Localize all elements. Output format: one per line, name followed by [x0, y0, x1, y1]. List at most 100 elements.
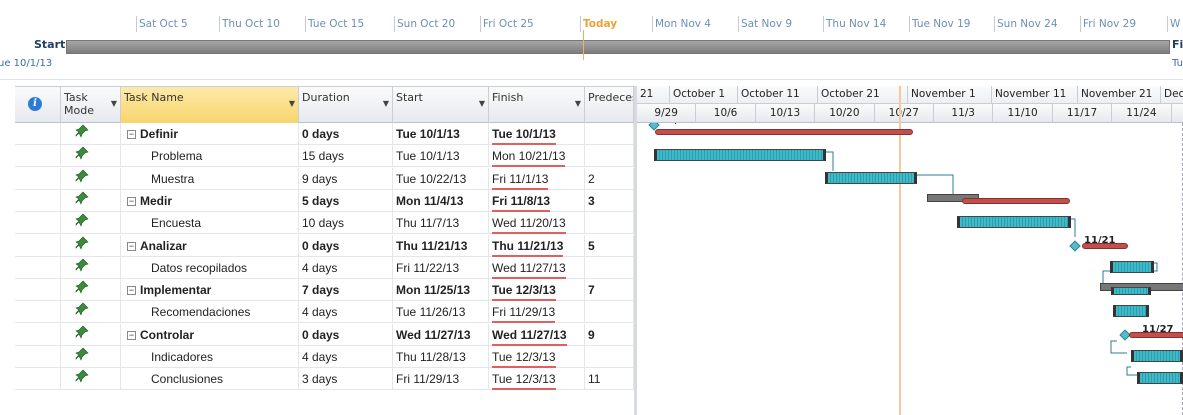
finish-cell[interactable]: Tue 12/3/13 — [489, 368, 585, 391]
chevron-down-icon[interactable]: ▼ — [479, 97, 485, 110]
gantt-bars-area[interactable]: 10/111/2111/27 — [637, 123, 1183, 415]
finish-cell[interactable]: Fri 11/29/13 — [489, 301, 585, 324]
predecessors-header[interactable]: Predecess — [585, 87, 634, 123]
indicator-cell[interactable] — [15, 368, 61, 391]
task-name-cell[interactable]: Datos recopilados — [121, 256, 299, 279]
chevron-down-icon[interactable]: ▼ — [383, 97, 389, 110]
task-bar[interactable] — [1111, 287, 1151, 296]
summary-task-row[interactable]: − Definir 0 days Tue 10/1/13 Tue 10/1/13 — [15, 123, 634, 145]
task-mode-cell[interactable] — [61, 167, 121, 190]
finish-cell[interactable]: Wed 11/20/13 — [489, 212, 585, 235]
predecessors-cell[interactable] — [585, 301, 634, 324]
predecessors-cell[interactable]: 7 — [585, 279, 634, 302]
task-mode-cell[interactable] — [61, 145, 121, 168]
summary-task-row[interactable]: − Implementar 7 days Mon 11/25/13 Tue 12/3/1… — [15, 279, 634, 302]
indicator-cell[interactable] — [15, 167, 61, 190]
task-name-cell[interactable]: Recomendaciones — [121, 301, 299, 324]
indicator-cell[interactable] — [15, 212, 61, 235]
finish-cell[interactable]: Tue 12/3/13 — [489, 279, 585, 302]
indicator-cell[interactable] — [15, 123, 61, 145]
start-cell[interactable]: Tue 10/1/13 — [393, 123, 489, 145]
collapse-icon[interactable]: − — [127, 330, 136, 340]
duration-cell[interactable]: 4 days — [299, 256, 393, 279]
start-cell[interactable]: Tue 10/22/13 — [393, 167, 489, 190]
collapse-icon[interactable]: − — [127, 241, 136, 251]
task-name-header[interactable]: Task Name ▼ — [121, 87, 299, 123]
predecessors-cell[interactable]: 5 — [585, 234, 634, 257]
task-name-cell[interactable]: − Definir — [121, 123, 299, 145]
predecessors-cell[interactable] — [585, 145, 634, 168]
predecessors-cell[interactable] — [585, 123, 634, 145]
predecessors-cell[interactable]: 2 — [585, 167, 634, 190]
chevron-down-icon[interactable]: ▼ — [575, 97, 581, 110]
duration-cell[interactable]: 3 days — [299, 368, 393, 391]
finish-cell[interactable]: Mon 10/21/13 — [489, 145, 585, 168]
task-mode-cell[interactable] — [61, 279, 121, 302]
summary-task-row[interactable]: − Medir 5 days Mon 11/4/13 Fri 11/8/13 3 — [15, 189, 634, 212]
finish-cell[interactable]: Wed 11/27/13 — [489, 323, 585, 346]
task-name-cell[interactable]: Encuesta — [121, 212, 299, 235]
task-name-cell[interactable]: − Medir — [121, 189, 299, 212]
finish-cell[interactable]: Tue 12/3/13 — [489, 346, 585, 368]
task-mode-cell[interactable] — [61, 212, 121, 235]
start-cell[interactable]: Fri 11/22/13 — [393, 256, 489, 279]
summary-bar[interactable] — [1129, 331, 1183, 338]
task-row[interactable]: Datos recopilados 4 days Fri 11/22/13 Wed 1… — [15, 256, 634, 279]
task-row[interactable]: Conclusiones 3 days Fri 11/29/13 Tue 12/3/1… — [15, 368, 634, 391]
duration-cell[interactable]: 0 days — [299, 234, 393, 257]
start-cell[interactable]: Wed 11/27/13 — [393, 323, 489, 346]
task-mode-cell[interactable] — [61, 323, 121, 346]
task-mode-cell[interactable] — [61, 123, 121, 145]
chevron-down-icon[interactable]: ▼ — [111, 97, 117, 110]
finish-cell[interactable]: Fri 11/8/13 — [489, 189, 585, 212]
duration-cell[interactable]: 0 days — [299, 323, 393, 346]
start-cell[interactable]: Mon 11/25/13 — [393, 279, 489, 302]
start-cell[interactable]: Thu 11/28/13 — [393, 346, 489, 368]
collapse-icon[interactable]: − — [127, 130, 136, 139]
task-name-cell[interactable]: − Analizar — [121, 234, 299, 257]
start-cell[interactable]: Thu 11/21/13 — [393, 234, 489, 257]
task-mode-cell[interactable] — [61, 301, 121, 324]
start-cell[interactable]: Tue 10/1/13 — [393, 145, 489, 168]
gantt-chart[interactable]: 21 October 1 October 11 October 21 November … — [634, 86, 1183, 415]
task-row[interactable]: Problema 15 days Tue 10/1/13 Mon 10/21/13 — [15, 145, 634, 168]
task-bar[interactable] — [1113, 305, 1149, 318]
indicator-cell[interactable] — [15, 145, 61, 168]
finish-cell[interactable]: Wed 11/27/13 — [489, 256, 585, 279]
predecessors-cell[interactable]: 11 — [585, 368, 634, 391]
predecessors-cell[interactable] — [585, 346, 634, 368]
duration-cell[interactable]: 4 days — [299, 346, 393, 368]
task-mode-cell[interactable] — [61, 234, 121, 257]
duration-cell[interactable]: 0 days — [299, 123, 393, 145]
task-name-cell[interactable]: Indicadores — [121, 346, 299, 368]
task-bar[interactable] — [1110, 260, 1154, 273]
task-name-cell[interactable]: − Controlar — [121, 323, 299, 346]
task-bar[interactable] — [1131, 350, 1183, 362]
indicator-cell[interactable] — [15, 256, 61, 279]
collapse-icon[interactable]: − — [127, 196, 136, 206]
indicator-cell[interactable] — [15, 279, 61, 302]
task-mode-cell[interactable] — [61, 368, 121, 391]
duration-cell[interactable]: 15 days — [299, 145, 393, 168]
collapse-icon[interactable]: − — [127, 286, 136, 296]
task-bar[interactable] — [957, 216, 1071, 229]
summary-bar[interactable] — [962, 197, 1070, 204]
start-cell[interactable]: Fri 11/29/13 — [393, 368, 489, 391]
task-mode-cell[interactable] — [61, 346, 121, 368]
finish-cell[interactable]: Fri 11/1/13 — [489, 167, 585, 190]
start-header[interactable]: Start ▼ — [393, 87, 489, 123]
indicator-cell[interactable] — [15, 346, 61, 368]
task-row[interactable]: Muestra 9 days Tue 10/22/13 Fri 11/1/13 2 — [15, 167, 634, 190]
task-row[interactable]: Recomendaciones 4 days Tue 11/26/13 Fri 11/… — [15, 301, 634, 324]
predecessors-cell[interactable]: 9 — [585, 323, 634, 346]
finish-cell[interactable]: Tue 10/1/13 — [489, 123, 585, 145]
task-grid[interactable]: i Task Mode ▼ Task Name ▼ Duration ▼ Sta… — [15, 86, 634, 415]
indicator-cell[interactable] — [15, 234, 61, 257]
duration-cell[interactable]: 4 days — [299, 301, 393, 324]
task-mode-header[interactable]: Task Mode ▼ — [61, 87, 121, 123]
task-mode-cell[interactable] — [61, 256, 121, 279]
task-name-cell[interactable]: Conclusiones — [121, 368, 299, 391]
duration-cell[interactable]: 10 days — [299, 212, 393, 235]
finish-header[interactable]: Finish ▼ — [489, 87, 585, 123]
task-name-cell[interactable]: Muestra — [121, 167, 299, 190]
